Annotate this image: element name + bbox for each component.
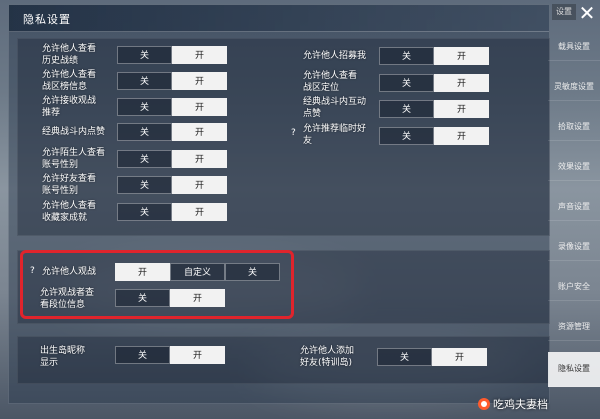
page-title: 隐私设置 [23, 13, 71, 26]
toggle-off-option[interactable]: 关 [117, 98, 172, 116]
left-setting-toggle[interactable]: 关开 [117, 203, 227, 221]
right-setting-toggle[interactable]: 关开 [379, 47, 489, 65]
toggle-off-option[interactable]: 关 [117, 123, 172, 141]
settings-sidebar: 载具设置灵敏度设置拾取设置效果设置声音设置录像设置账户安全资源管理隐私设置 [548, 26, 600, 419]
toggle-off-option[interactable]: 关 [117, 203, 172, 221]
right-setting-toggle[interactable]: 关开 [379, 100, 489, 118]
toggle-on-option[interactable]: 开 [434, 74, 489, 92]
toggle-on-option[interactable]: 开 [434, 127, 489, 145]
add-friend-label: 允许他人添加 好友(特训岛) [300, 346, 355, 368]
setting-label: 经典战斗内互动 点赞 [303, 97, 367, 119]
sidebar-item[interactable]: 账户安全 [548, 274, 600, 301]
left-setting-toggle[interactable]: 关开 [117, 123, 227, 141]
toggle-off-option[interactable]: 关 [377, 348, 432, 366]
setting-label: 允许陌生人查看 账号性别 [42, 148, 106, 170]
toggle-on-option[interactable]: 开 [434, 47, 489, 65]
setting-label: 允许他人招募我 [303, 51, 367, 61]
toggle-on-option[interactable]: 开 [170, 346, 225, 364]
toggle-off-option[interactable]: 关 [379, 74, 434, 92]
sidebar-item[interactable]: 拾取设置 [548, 114, 600, 141]
sidebar-item[interactable]: 录像设置 [548, 234, 600, 261]
sidebar-item[interactable]: 资源管理 [548, 314, 600, 341]
toggle-on-option[interactable]: 开 [172, 176, 227, 194]
help-icon[interactable]: ? [291, 128, 296, 138]
setting-label: 允许接收观战 推荐 [42, 96, 97, 118]
toggle-off-option[interactable]: 关 [117, 46, 172, 64]
sidebar-item[interactable]: 声音设置 [548, 194, 600, 221]
toggle-on-option[interactable]: 开 [432, 348, 487, 366]
close-icon[interactable]: ✕ [576, 2, 598, 24]
highlight-box [20, 250, 294, 319]
sidebar-item[interactable]: 隐私设置 [548, 352, 600, 387]
setting-label: 允许他人查看 战区定位 [303, 71, 358, 93]
watermark-logo-icon [478, 398, 490, 410]
watermark: 吃鸡夫妻档 [478, 396, 548, 412]
setting-label: 允许推荐临时好 友 [303, 124, 367, 146]
settings-chip[interactable]: 设置 [552, 4, 576, 20]
island-name-toggle[interactable]: 关 开 [115, 346, 225, 364]
left-setting-toggle[interactable]: 关开 [117, 46, 227, 64]
toggle-off-option[interactable]: 关 [379, 127, 434, 145]
watermark-text: 吃鸡夫妻档 [493, 398, 548, 411]
left-setting-toggle[interactable]: 关开 [117, 72, 227, 90]
island-name-label: 出生岛昵称 显示 [40, 346, 86, 368]
setting-label: 允许好友查看 账号性别 [42, 174, 97, 196]
toggle-off-option[interactable]: 关 [115, 346, 170, 364]
setting-label: 允许他人查看 历史战绩 [42, 44, 97, 66]
setting-label: 允许他人查看 收藏家成就 [42, 201, 97, 223]
toggle-on-option[interactable]: 开 [434, 100, 489, 118]
right-setting-toggle[interactable]: 关开 [379, 127, 489, 145]
left-setting-toggle[interactable]: 关开 [117, 98, 227, 116]
add-friend-toggle[interactable]: 关 开 [377, 348, 487, 366]
setting-label: 允许他人查看 战区榜信息 [42, 70, 97, 92]
toggle-on-option[interactable]: 开 [172, 203, 227, 221]
left-setting-toggle[interactable]: 关开 [117, 176, 227, 194]
panel-header: 隐私设置 [9, 5, 549, 32]
toggle-on-option[interactable]: 开 [172, 72, 227, 90]
toggle-off-option[interactable]: 关 [379, 47, 434, 65]
toggle-on-option[interactable]: 开 [172, 98, 227, 116]
toggle-off-option[interactable]: 关 [117, 176, 172, 194]
toggle-off-option[interactable]: 关 [379, 100, 434, 118]
toggle-off-option[interactable]: 关 [117, 72, 172, 90]
sidebar-item[interactable]: 灵敏度设置 [548, 74, 600, 101]
sidebar-item[interactable]: 效果设置 [548, 154, 600, 181]
toggle-on-option[interactable]: 开 [172, 46, 227, 64]
sidebar-item[interactable]: 载具设置 [548, 34, 600, 61]
left-setting-toggle[interactable]: 关开 [117, 150, 227, 168]
toggle-on-option[interactable]: 开 [172, 123, 227, 141]
setting-label: 经典战斗内点赞 [42, 127, 106, 137]
toggle-off-option[interactable]: 关 [117, 150, 172, 168]
right-setting-toggle[interactable]: 关开 [379, 74, 489, 92]
toggle-on-option[interactable]: 开 [172, 150, 227, 168]
